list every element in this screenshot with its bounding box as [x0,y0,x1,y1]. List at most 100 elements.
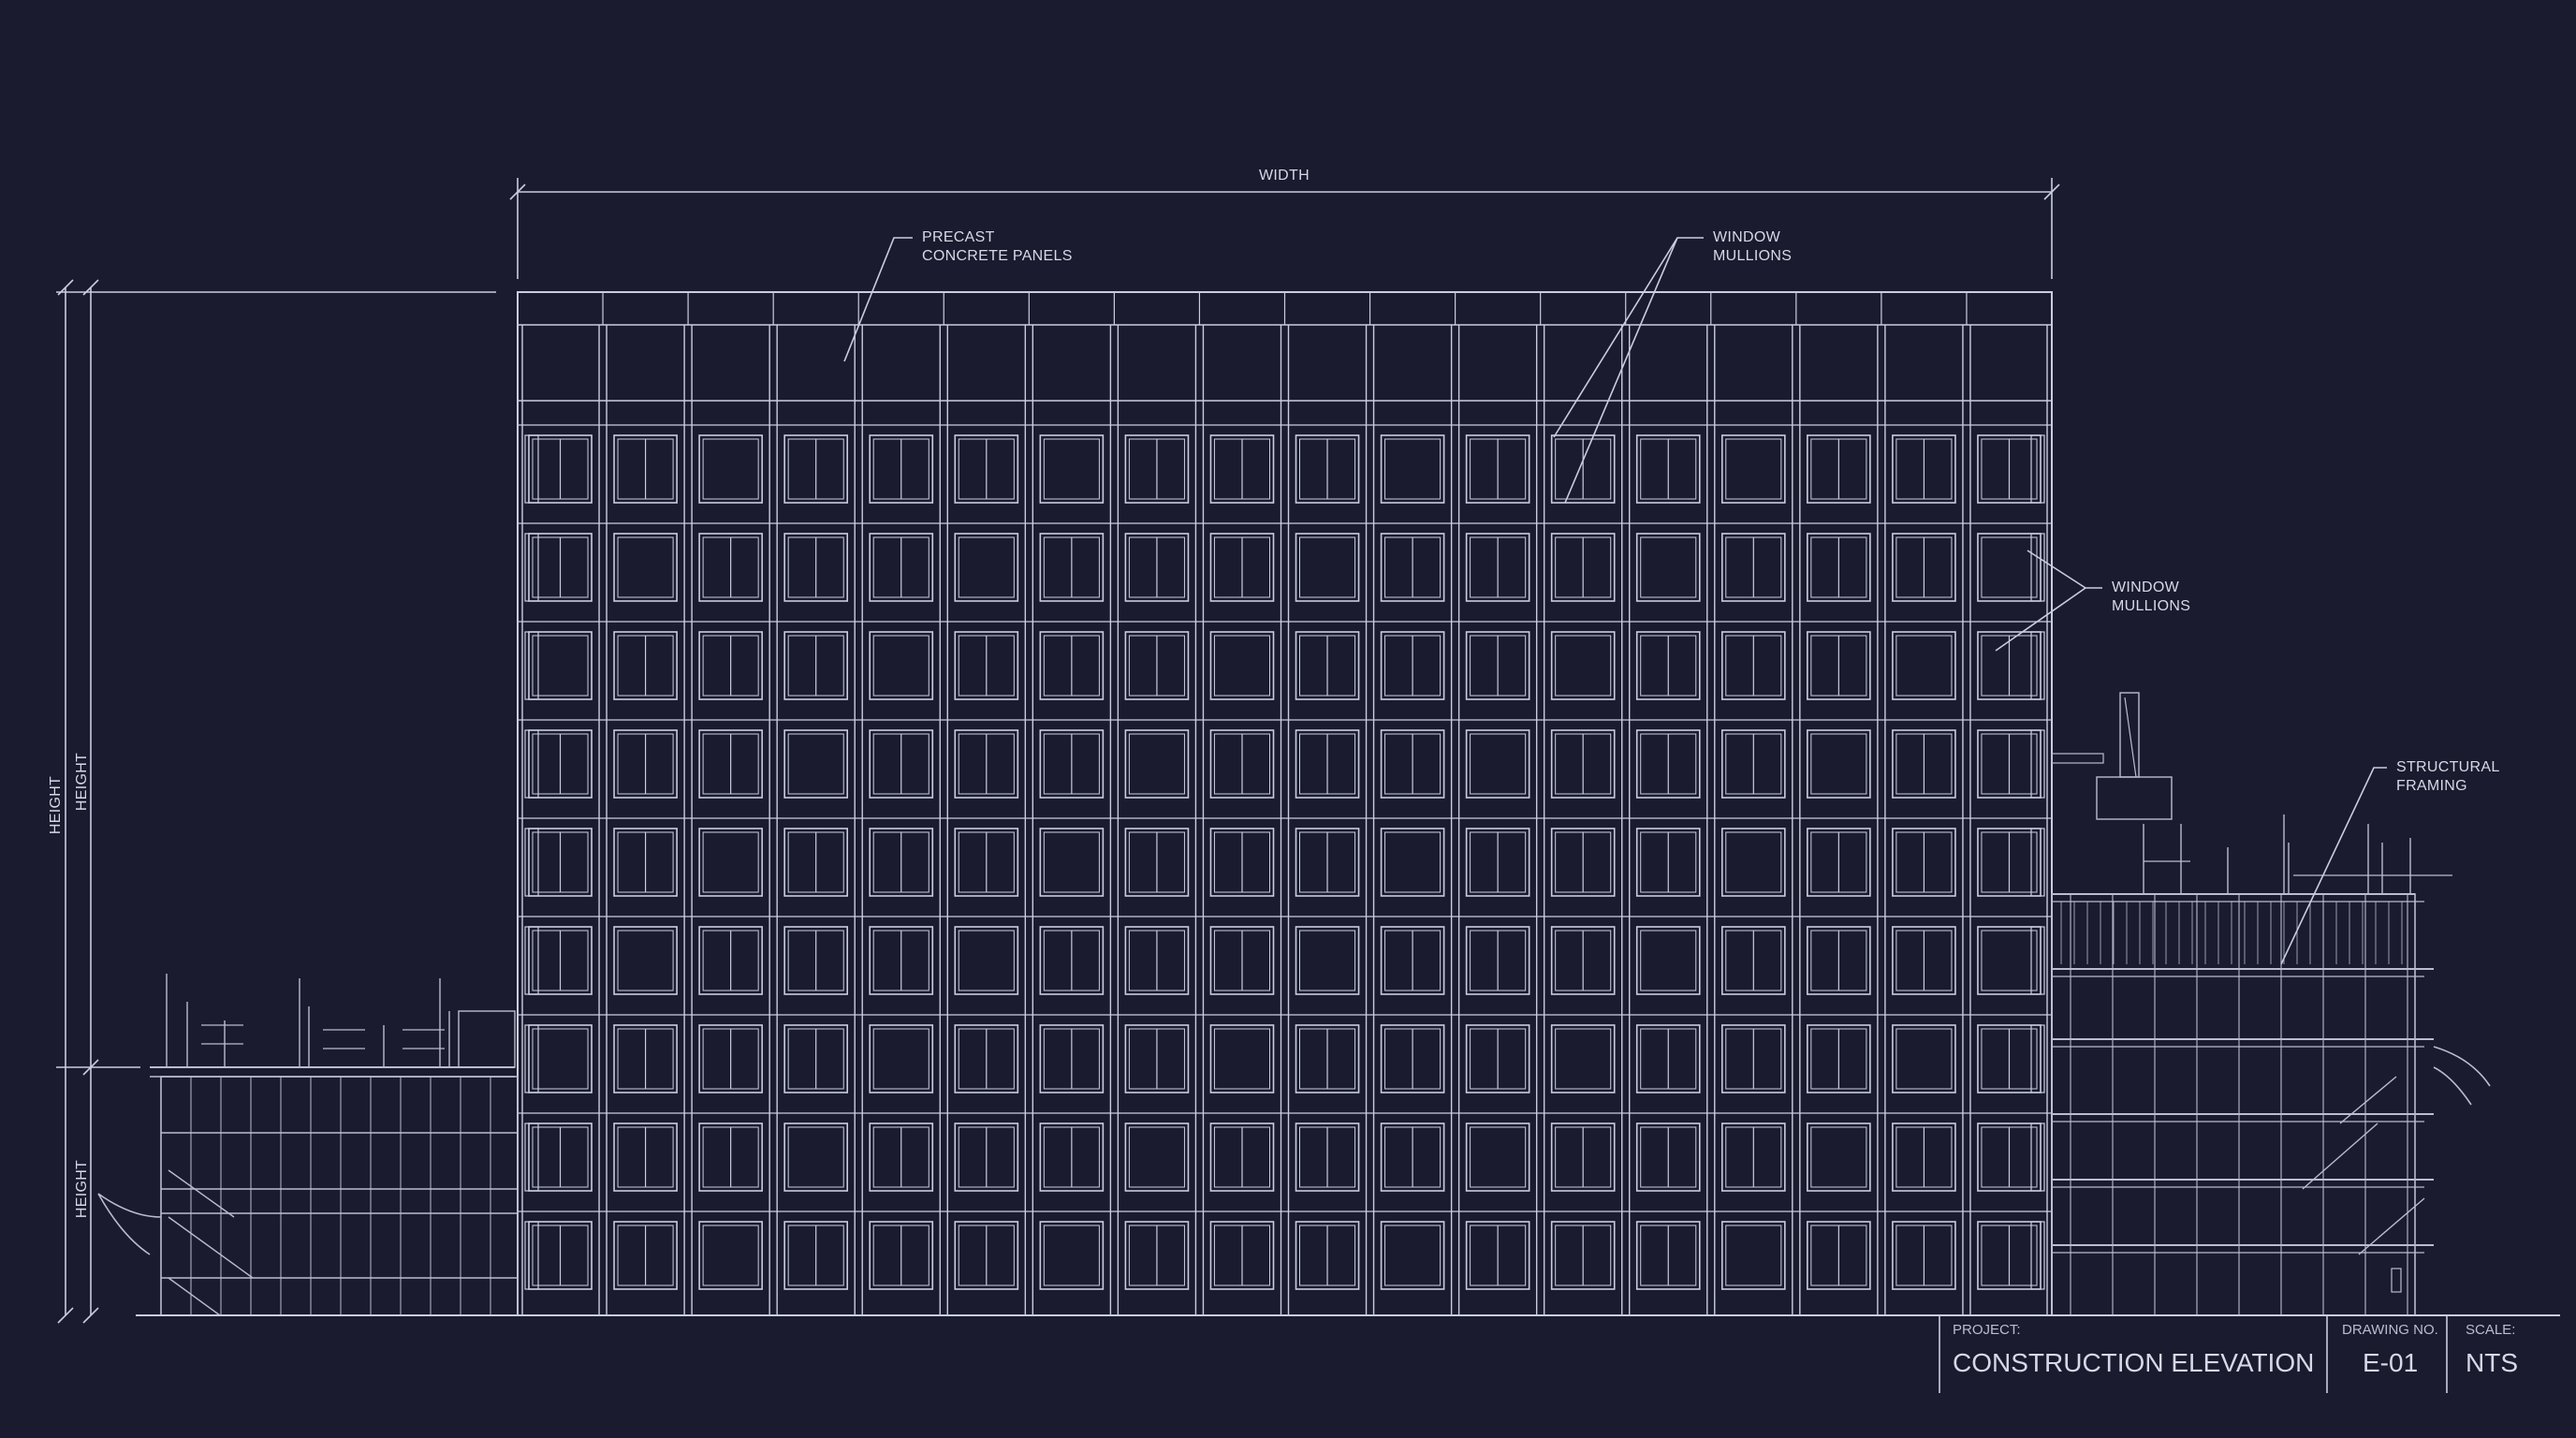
window-glass-frame [1213,635,1271,697]
window-glass-frame [1043,831,1100,893]
window-glass-frame [1810,733,1867,795]
window-frame [954,926,1019,995]
window-frame [1039,434,1105,504]
elevation-drawing: WIDTH HEIGHT HEIGHT HEIGHT PRECAST CONCR… [48,168,2560,1393]
window-glass-frame [1213,1028,1271,1090]
window-glass-frame [1299,536,1356,598]
width-dimension [509,178,2060,279]
window-frame [954,533,1019,602]
window-frame [1550,1024,1616,1093]
drawing-no-value: E-01 [2363,1348,2418,1377]
edge-window [2030,828,2045,897]
left-stair-diagonal [168,1216,254,1279]
window-glass-frame [958,536,1015,598]
window-glass-frame [1725,1225,1782,1286]
scale-label: SCALE: [2466,1322,2515,1338]
window-frame [1209,631,1275,700]
window-glass-frame [1043,1225,1100,1286]
right-stair-diagonal [2339,1076,2397,1124]
edge-window [524,1024,539,1093]
window-glass-frame [787,1126,844,1188]
facade-outline [517,291,2053,1316]
window-glass-frame [1725,831,1782,893]
left-awning [97,1193,162,1255]
edge-window [524,434,539,504]
window-glass-frame [1470,733,1527,795]
mullions-top-callout-line-2: MULLIONS [1713,248,1792,264]
window-glass-frame [1895,1028,1953,1090]
window-frame [783,1123,849,1192]
right-platform [2051,753,2104,764]
window-frame [1550,631,1616,700]
window-glass-frame [1640,930,1697,991]
window-frame [698,1221,763,1290]
window-frame [1807,729,1871,799]
window-glass-frame [617,536,674,598]
right-upper-core [2096,776,2173,820]
edge-window [2030,1123,2045,1192]
mullions-right-callout-line-2: MULLIONS [2112,598,2190,614]
mullions-top-leader-lines [1553,237,1704,504]
edge-window [2030,631,2045,700]
height-label-1: HEIGHT [48,776,64,834]
edge-window [524,1221,539,1290]
window-frame [1720,828,1786,897]
precast-callout-line-1: PRECAST [922,229,995,245]
window-frame [613,926,678,995]
window-frame [1720,1221,1786,1290]
window-frame [698,828,763,897]
left-stair-core [458,1010,516,1068]
right-door [2391,1268,2402,1293]
edge-window [524,1123,539,1192]
edge-window [524,926,539,995]
height-label-2: HEIGHT [74,753,90,811]
edge-window [2030,434,2045,504]
left-structure [97,974,519,1316]
window-frame [1380,434,1445,504]
window-glass-frame [617,930,674,991]
window-glass-frame [1384,438,1442,500]
window-frame [1039,1221,1105,1290]
right-crane-mast [2119,692,2140,778]
window-frame [1720,434,1786,504]
edge-window [524,729,539,799]
window-glass-frame [702,1225,759,1286]
window-glass-frame [1640,536,1697,598]
window-frame [1465,1123,1530,1192]
edge-window [2030,533,2045,602]
main-building-facade [517,291,2053,1316]
left-stair-diagonal [168,1169,235,1218]
edge-window [524,631,539,700]
window-frame [1295,533,1360,602]
window-glass-frame [1128,1126,1185,1188]
window-glass-frame [1810,1126,1867,1188]
window-glass-frame [1555,635,1612,697]
window-frame [1635,926,1701,995]
window-glass-frame [1384,1225,1442,1286]
edge-window [2030,926,2045,995]
window-glass-frame [1725,438,1782,500]
edge-window [2030,1221,2045,1290]
window-frame [1465,729,1530,799]
precast-callout-line-2: CONCRETE PANELS [922,248,1073,264]
window-frame [1892,631,1956,700]
drawing-no-label: DRAWING NO. [2342,1322,2438,1338]
project-value: CONSTRUCTION ELEVATION [1953,1348,2314,1377]
window-frame [869,1024,934,1093]
structural-callout-line-1: STRUCTURAL [2396,759,2500,775]
window-glass-frame [532,1028,589,1090]
scale-value: NTS [2466,1348,2518,1377]
edge-window [2030,729,2045,799]
window-glass-frame [872,1028,929,1090]
edge-window [524,828,539,897]
window-frame [1380,1221,1445,1290]
structural-callout-line-2: FRAMING [2396,778,2467,794]
window-frame [1039,828,1105,897]
window-frame [1295,926,1360,995]
window-frame [698,434,763,504]
edge-window [2030,1024,2045,1093]
window-frame [1807,1123,1871,1192]
window-glass-frame [1555,1028,1612,1090]
window-glass-frame [1895,635,1953,697]
right-awning [2433,1046,2491,1106]
